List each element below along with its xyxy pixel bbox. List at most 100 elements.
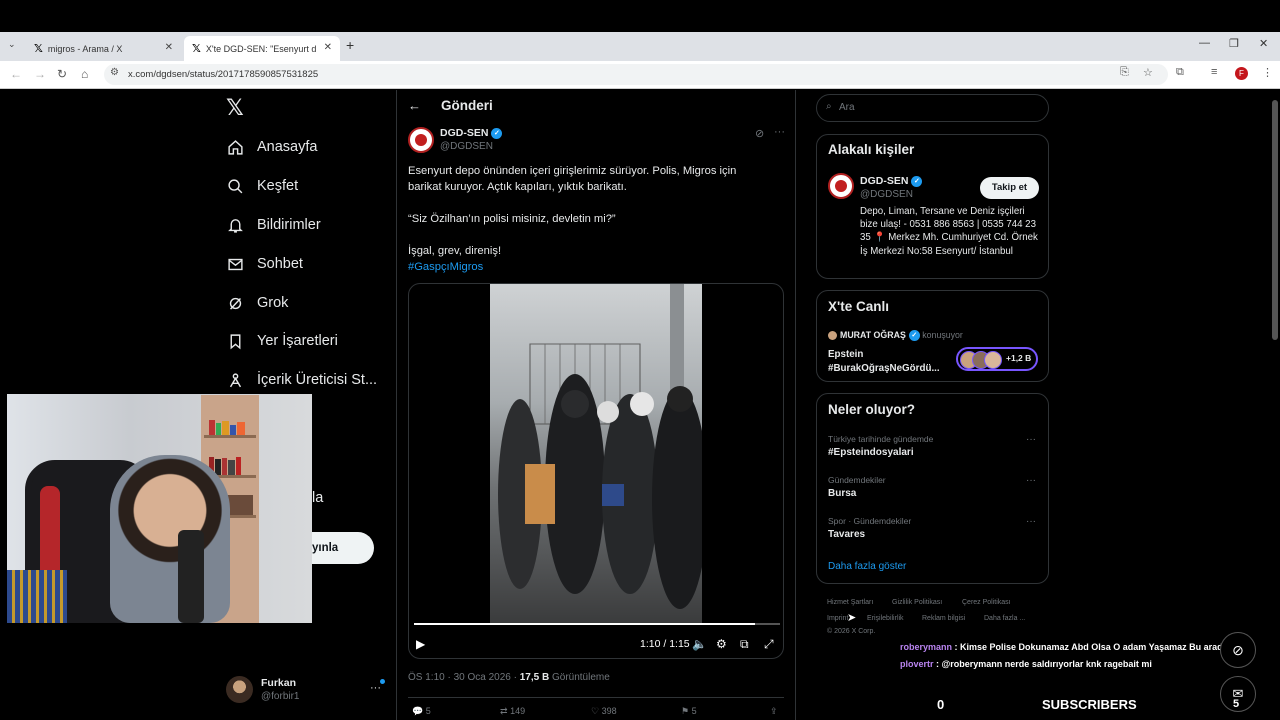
settings-gear-icon[interactable]: ⚙ [716, 637, 727, 651]
home-button-icon[interactable]: ⌂ [81, 67, 88, 81]
bookmark-star-icon[interactable]: ☆ [1143, 66, 1153, 79]
back-arrow-icon[interactable]: ← [408, 98, 421, 113]
related-name[interactable]: DGD-SEN ✓ [860, 175, 923, 187]
column-divider [396, 90, 397, 720]
repost-button[interactable]: ⇄ 149 [500, 706, 525, 717]
tab-title: migros - Arama / X [47, 43, 123, 54]
bookmark-outline-icon: ⚑ [681, 706, 690, 716]
hashtag-link[interactable]: #GaspçıMigros [408, 259, 483, 275]
footer-link[interactable]: Imprint [827, 615, 848, 622]
grok-explain-icon[interactable]: ⊘ [755, 127, 764, 140]
related-avatar[interactable] [828, 173, 854, 199]
fullscreen-icon[interactable]: ⤢ [764, 637, 774, 652]
profile-avatar-icon[interactable]: F [1235, 67, 1248, 80]
trend-more-icon[interactable]: ··· [1026, 434, 1036, 445]
nav-label: Yer İşaretleri [257, 333, 338, 349]
x-logo-icon[interactable]: 𝕏 [226, 96, 244, 121]
live-topic-line: #BurakOğraşNeGördü... [828, 362, 940, 374]
follow-button[interactable]: Takip et [980, 177, 1039, 199]
card-title: Alakalı kişiler [828, 142, 915, 157]
related-name-text: DGD-SEN [860, 175, 909, 187]
verified-badge-icon: ✓ [491, 127, 503, 139]
close-window-icon[interactable]: ✕ [1259, 37, 1268, 50]
search-input[interactable]: Ara [816, 94, 1049, 122]
reload-icon[interactable]: ↻ [57, 67, 67, 81]
picture-in-picture-icon[interactable]: ⧉ [740, 637, 749, 652]
tab-search-chevron-icon[interactable]: ⌄ [8, 39, 16, 50]
site-info-icon[interactable]: ⚙ [110, 67, 119, 78]
close-tab-icon[interactable]: ✕ [165, 42, 173, 53]
account-name[interactable]: Furkan [261, 677, 296, 689]
install-app-icon[interactable]: ⎘ [1120, 66, 1129, 79]
share-icon[interactable]: ⇪ [770, 706, 778, 717]
author-name[interactable]: DGD-SEN ✓ [440, 127, 503, 139]
footer-link[interactable]: Erişilebilirlik [867, 615, 904, 622]
nav-label: Keşfet [257, 178, 299, 194]
creator-studio-icon [226, 371, 244, 389]
media-control-icon[interactable]: ≡ [1211, 66, 1217, 78]
browser-tab[interactable]: 𝕏 migros - Arama / X ✕ [26, 36, 181, 61]
extensions-icon[interactable]: ⧉ [1176, 66, 1184, 79]
nav-creator-studio[interactable]: İçerik Üreticisi St... [226, 371, 377, 389]
post-text-line: İşgal, grev, direniş! [408, 245, 502, 257]
column-divider [795, 90, 796, 720]
post-header: ← Gönderi [408, 98, 493, 113]
scrollbar-thumb[interactable] [1272, 100, 1278, 340]
nav-bookmarks[interactable]: Yer İşaretleri [226, 332, 338, 350]
browser-tab-active[interactable]: 𝕏 X'te DGD-SEN: "Esenyurt depo ✕ [184, 36, 340, 61]
trend-name[interactable]: #Epsteindosyalari [828, 447, 914, 458]
video-frame[interactable] [490, 284, 708, 624]
reply-button[interactable]: 💬 5 [412, 706, 431, 717]
trend-more-icon[interactable]: ··· [1026, 475, 1036, 486]
author-avatar[interactable] [408, 127, 434, 153]
nav-explore[interactable]: Keşfet [226, 177, 298, 195]
footer-link[interactable]: Daha fazla ... [984, 615, 1025, 622]
post-meta: ÖS 1:10 · 30 Oca 2026 · 17,5 B Görüntüle… [408, 672, 610, 683]
post-text-line: barikat kuruyor. Açtık kapıları, yıktık … [408, 181, 627, 193]
live-topic[interactable]: Epstein #BurakOğraşNeGördü... [828, 348, 948, 375]
listener-count: +1,2 B [1006, 353, 1032, 363]
nav-label-partial[interactable]: la [312, 490, 323, 506]
back-icon[interactable]: ← [10, 67, 22, 81]
address-bar[interactable]: x.com/dgdsen/status/2017178590857531825 [104, 64, 1168, 85]
bookmark-icon [226, 332, 244, 350]
author-handle[interactable]: @DGDSEN [440, 141, 493, 152]
nav-chat[interactable]: Sohbet [226, 255, 303, 273]
minimize-icon[interactable]: — [1199, 37, 1210, 49]
close-tab-icon[interactable]: ✕ [324, 42, 332, 53]
footer-link[interactable]: Hizmet Şartları [827, 599, 873, 606]
x-favicon-icon: 𝕏 [34, 42, 43, 55]
nav-grok[interactable]: Grok [226, 294, 288, 312]
post-more-icon[interactable]: ··· [774, 126, 785, 138]
repost-icon: ⇄ [500, 706, 508, 716]
trend-name[interactable]: Bursa [828, 488, 856, 499]
related-handle[interactable]: @DGDSEN [860, 189, 913, 200]
verified-badge-icon: ✓ [908, 330, 920, 342]
volume-icon[interactable]: 🔈 [692, 637, 707, 651]
post-timestamp[interactable]: ÖS 1:10 · 30 Oca 2026 · [408, 672, 520, 683]
bookmark-button[interactable]: ⚑ 5 [681, 706, 697, 717]
forward-icon[interactable]: → [34, 67, 46, 81]
grok-fab-icon[interactable]: ⊘ [1220, 632, 1256, 668]
trend-more-icon[interactable]: ··· [1026, 516, 1036, 527]
restore-icon[interactable]: ❐ [1229, 37, 1239, 50]
trend-category: Türkiye tarihinde gündemde [828, 434, 934, 444]
footer-link[interactable]: Reklam bilgisi [922, 615, 965, 622]
author-name-text: DGD-SEN [440, 127, 489, 139]
play-icon[interactable]: ▶ [416, 637, 425, 651]
new-tab-icon[interactable]: + [346, 37, 354, 53]
account-avatar[interactable] [226, 676, 253, 703]
browser-menu-icon[interactable]: ⋮ [1262, 66, 1273, 79]
footer-link[interactable]: Çerez Politikası [962, 599, 1011, 606]
nav-notifications[interactable]: Bildirimler [226, 216, 321, 234]
hashtag-text: #GaspçıMigros [408, 261, 484, 273]
tab-title: X'te DGD-SEN: "Esenyurt depo [205, 43, 316, 54]
nav-home[interactable]: Anasayfa [226, 138, 317, 156]
footer-link[interactable]: Gizlilik Politikası [892, 599, 942, 606]
post-text-line: “Siz Özilhan’ın polisi misiniz, devletin… [408, 213, 616, 225]
search-icon: ⌕ [826, 101, 832, 112]
like-button[interactable]: ♡ 398 [591, 706, 617, 717]
trend-name[interactable]: Tavares [828, 529, 865, 540]
more-icon[interactable]: ··· [370, 682, 381, 694]
show-more-link[interactable]: Daha fazla göster [828, 561, 906, 572]
